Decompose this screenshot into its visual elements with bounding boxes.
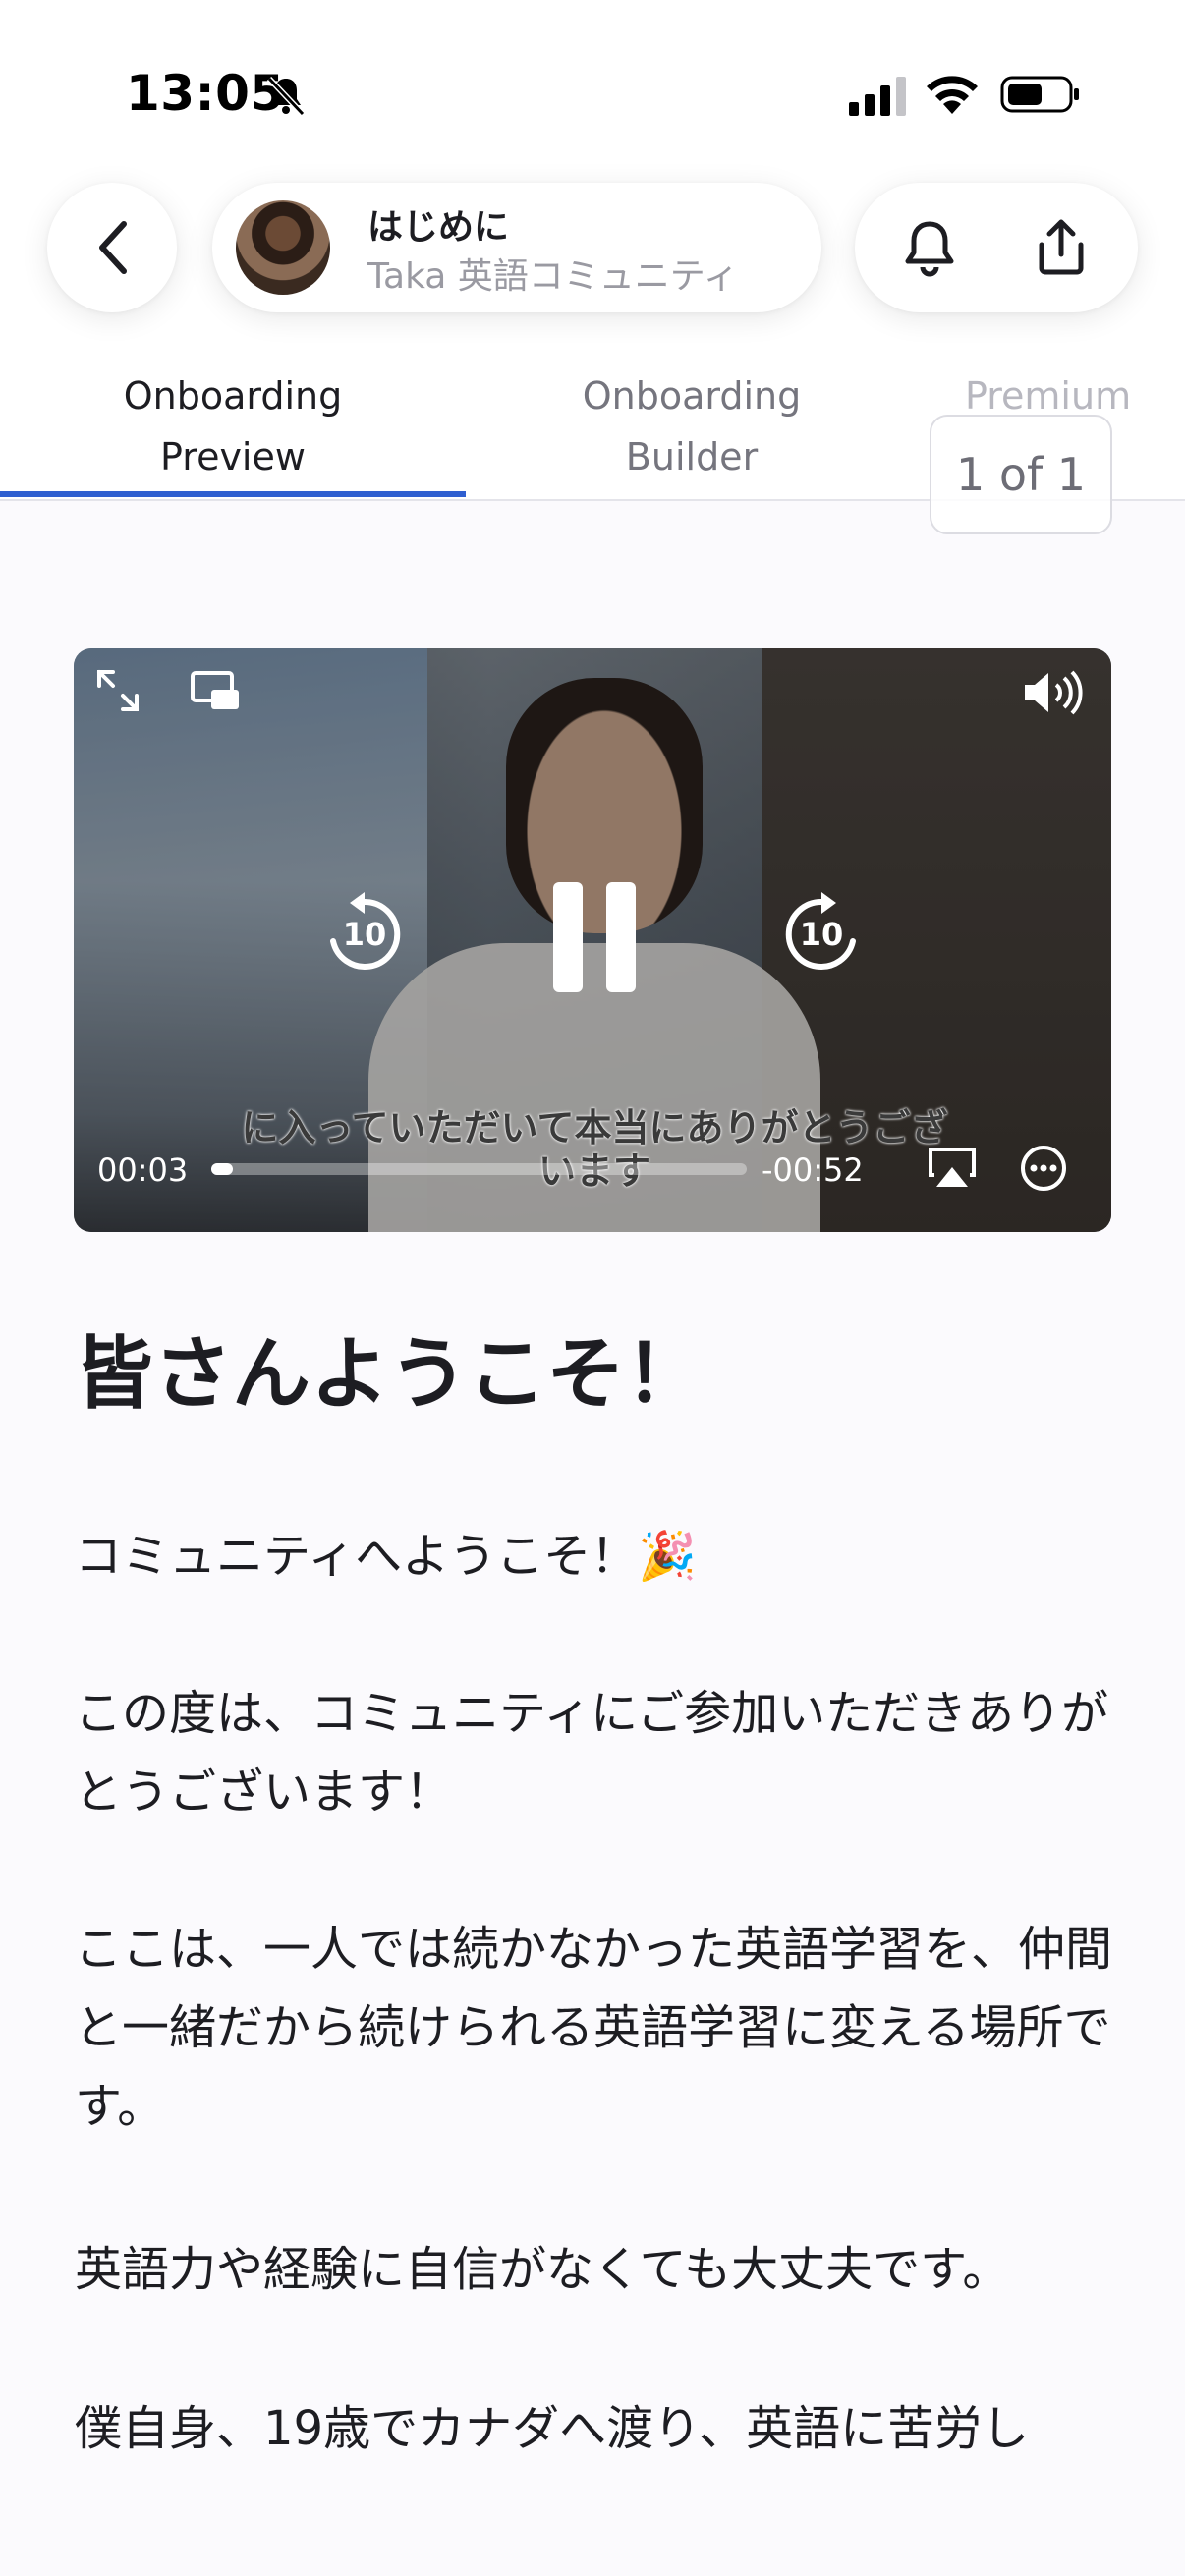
video-player[interactable]: 10 10 に入っていただいて本当にありがとうござ います 00:03 -00:… bbox=[74, 648, 1111, 1232]
back-button[interactable] bbox=[47, 183, 177, 312]
page-indicator: 1 of 1 bbox=[930, 415, 1112, 534]
skip-forward-button[interactable]: 10 bbox=[779, 892, 864, 977]
space-selector[interactable]: はじめに Taka 英語コミュニティ bbox=[212, 183, 821, 312]
wifi-icon bbox=[927, 76, 978, 114]
airplay-icon[interactable] bbox=[927, 1146, 978, 1189]
space-subtitle: Taka 英語コミュニティ bbox=[367, 256, 739, 297]
skip-back-label: 10 bbox=[342, 916, 387, 953]
article-paragraph: ここは、一人では続かなかった英語学習を、仲間と一緒だから続けられる英語学習に変え… bbox=[75, 1922, 1113, 2134]
article-paragraph: 僕自身、19歳でカナダへ渡り、英語に苦労し bbox=[75, 2401, 1030, 2456]
fullscreen-icon[interactable] bbox=[93, 666, 142, 715]
video-elapsed-time: 00:03 bbox=[97, 1151, 189, 1189]
tab-onboarding-builder[interactable]: Onboarding Builder bbox=[466, 365, 918, 487]
status-time: 13:05 bbox=[126, 65, 285, 122]
avatar bbox=[236, 200, 330, 295]
header-actions bbox=[855, 183, 1138, 312]
screen: 13:05 はじめに Taka 英語コミュニティ Onboarding Prev… bbox=[0, 0, 1185, 2576]
more-options-icon[interactable] bbox=[1019, 1144, 1068, 1193]
bell-icon bbox=[905, 221, 954, 277]
active-tab-indicator bbox=[0, 491, 466, 497]
cellular-signal-icon bbox=[849, 77, 906, 116]
share-icon bbox=[1039, 219, 1084, 275]
tab-label: Premium bbox=[965, 374, 1132, 418]
article-paragraph: 英語力や経験に自信がなくても大丈夫です。 bbox=[75, 2242, 1010, 2297]
picture-in-picture-icon[interactable] bbox=[190, 670, 241, 713]
tab-label: Onboarding Builder bbox=[582, 374, 802, 478]
space-title: はじめに bbox=[367, 207, 510, 248]
video-remaining-time: -00:52 bbox=[762, 1151, 864, 1189]
article-paragraph: この度は、コミュニティにご参加いただきありがとうございます！ bbox=[75, 1686, 1109, 1820]
pause-button[interactable] bbox=[545, 880, 644, 994]
chevron-left-icon bbox=[99, 221, 127, 274]
video-caption: に入っていただいて本当にありがとうござ います bbox=[241, 1106, 948, 1193]
battery-icon bbox=[1000, 76, 1079, 113]
article-paragraph: コミュニティへようこそ！🎉 bbox=[75, 1529, 697, 1584]
article-heading: 皆さんようこそ！ bbox=[75, 1328, 704, 1420]
tab-onboarding-preview[interactable]: Onboarding Preview bbox=[0, 365, 466, 487]
volume-icon[interactable] bbox=[1021, 668, 1090, 717]
video-scrubber[interactable] bbox=[211, 1163, 747, 1175]
skip-forward-label: 10 bbox=[799, 916, 844, 953]
skip-back-button[interactable]: 10 bbox=[322, 892, 407, 977]
tab-label: Onboarding Preview bbox=[123, 374, 343, 478]
share-button[interactable] bbox=[1032, 218, 1091, 277]
pause-icon bbox=[553, 882, 636, 992]
video-progress-fill bbox=[211, 1163, 233, 1175]
bell-muted-icon bbox=[266, 76, 306, 117]
notifications-button[interactable] bbox=[900, 218, 959, 277]
